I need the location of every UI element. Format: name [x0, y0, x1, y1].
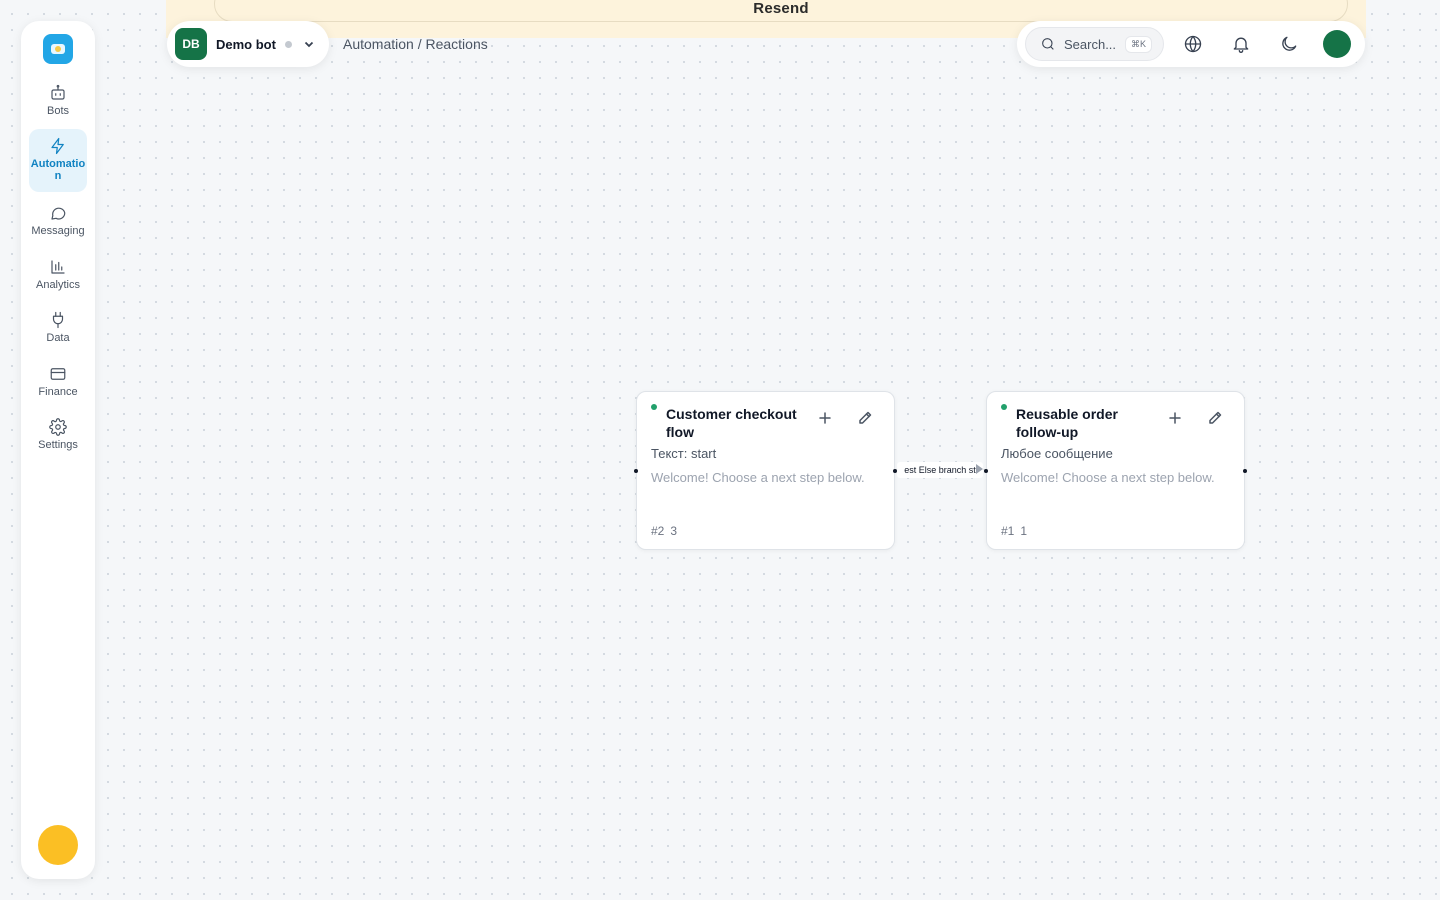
node-trigger: Текст: start	[651, 446, 717, 461]
user-avatar[interactable]	[1323, 30, 1351, 58]
plus-icon	[1169, 412, 1181, 424]
bot-status-indicator	[284, 40, 292, 48]
edge-arrow-icon	[976, 464, 983, 474]
theme-toggle-button[interactable]	[1279, 34, 1299, 54]
node-title: Customer checkout flow	[666, 406, 797, 440]
sidebar-item-label: Data	[46, 332, 70, 344]
bot-selector[interactable]: DB Demo bot	[167, 21, 329, 67]
breadcrumb: Automation / Reactions	[343, 36, 488, 52]
notifications-button[interactable]	[1231, 34, 1251, 54]
pencil-icon	[1209, 411, 1222, 424]
top-toolbar: Search... ⌘K	[1017, 21, 1365, 67]
node-status-indicator	[651, 404, 657, 410]
sidebar-item-label: Finance	[38, 386, 78, 398]
moon-icon	[1282, 36, 1297, 51]
bar-chart-icon	[51, 260, 65, 274]
search-input[interactable]: Search... ⌘K	[1025, 27, 1164, 61]
credit-card-icon	[50, 368, 66, 380]
edit-node-button[interactable]	[1207, 410, 1223, 426]
sidebar-item-messaging[interactable]: Messaging	[29, 204, 87, 244]
sidebar-item-bots[interactable]: Bots	[29, 84, 87, 124]
sidebar-item-label: Settings	[38, 439, 78, 451]
node-input-handle[interactable]	[634, 469, 638, 473]
bot-name: Demo bot	[216, 36, 276, 52]
chat-bubble-icon	[51, 207, 66, 220]
plug-icon	[52, 311, 64, 329]
node-status-indicator	[1001, 404, 1007, 410]
flow-node[interactable]: Reusable order follow-up Любое сообщение…	[984, 391, 1247, 550]
sidebar-item-label: Bots	[46, 105, 69, 117]
node-footer: #1 1	[1001, 524, 1033, 538]
search-shortcut: ⌘K	[1125, 35, 1153, 53]
resend-label: Resend	[753, 0, 809, 17]
bot-avatar: DB	[175, 28, 207, 60]
sidebar: Bots Automation Messaging Analytics Data…	[21, 21, 95, 879]
bot-icon	[51, 84, 65, 100]
lightning-icon	[51, 137, 64, 155]
node-id: #2	[651, 524, 665, 538]
bell-icon	[1233, 37, 1249, 53]
edge-label[interactable]: est Else branch st	[897, 462, 983, 478]
node-output-handle[interactable]	[893, 469, 897, 473]
sidebar-item-label: Analytics	[35, 279, 81, 291]
node-count: 1	[1020, 524, 1028, 538]
sidebar-item-label: Automation	[30, 158, 86, 182]
resend-button[interactable]: Resend	[214, 0, 1348, 22]
profile-avatar[interactable]	[38, 825, 78, 865]
node-footer: #2 3	[651, 524, 683, 538]
node-title: Reusable order follow-up	[1016, 406, 1118, 440]
app-logo[interactable]	[43, 34, 73, 64]
pencil-icon	[859, 411, 872, 424]
sidebar-item-analytics[interactable]: Analytics	[29, 258, 87, 298]
sidebar-item-automation[interactable]: Automation	[29, 129, 87, 192]
node-trigger: Любое сообщение	[1001, 446, 1113, 461]
node-message: Welcome! Choose a next step below.	[651, 470, 865, 485]
sidebar-item-settings[interactable]: Settings	[29, 418, 87, 458]
sidebar-item-data[interactable]: Data	[29, 311, 87, 351]
add-step-button[interactable]	[817, 410, 833, 426]
node-message: Welcome! Choose a next step below.	[1001, 470, 1215, 485]
chevron-down-icon	[304, 41, 314, 48]
edit-node-button[interactable]	[857, 410, 873, 426]
plus-icon	[819, 412, 831, 424]
gear-icon	[49, 418, 67, 436]
flow-node[interactable]: Customer checkout flow Текст: start Welc…	[634, 391, 897, 550]
node-id: #1	[1001, 524, 1015, 538]
node-output-handle[interactable]	[1243, 469, 1247, 473]
globe-icon	[1184, 35, 1202, 53]
search-icon	[1042, 38, 1054, 50]
search-placeholder: Search...	[1064, 36, 1117, 52]
sidebar-item-finance[interactable]: Finance	[29, 365, 87, 405]
add-step-button[interactable]	[1167, 410, 1183, 426]
node-count: 3	[670, 524, 678, 538]
node-input-handle[interactable]	[984, 469, 988, 473]
language-button[interactable]	[1183, 34, 1203, 54]
sidebar-item-label: Messaging	[31, 225, 85, 237]
